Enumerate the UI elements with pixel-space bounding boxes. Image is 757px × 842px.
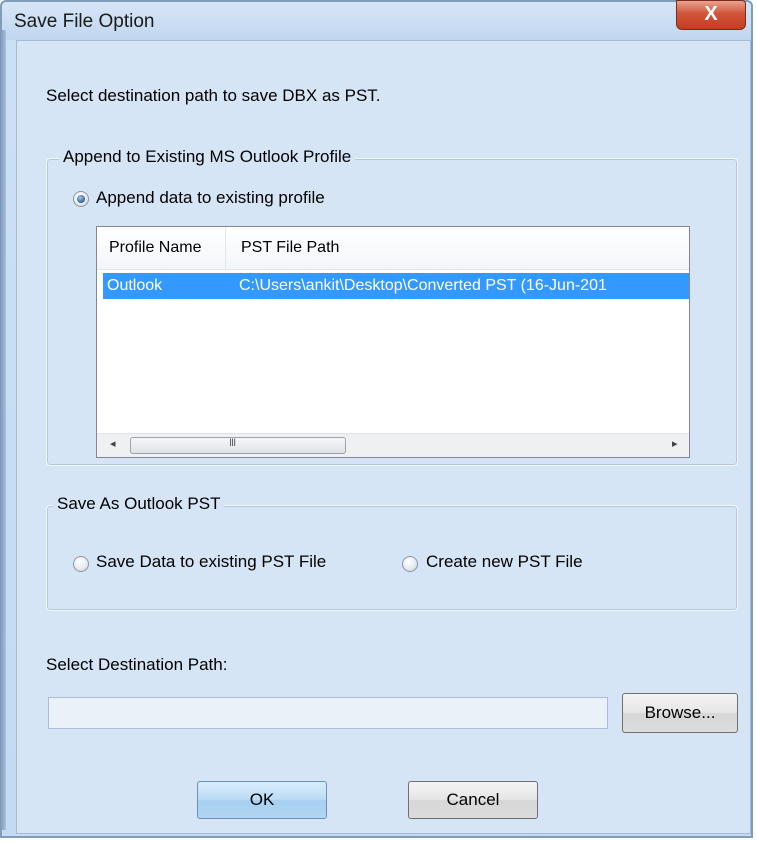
pst-path-cell: C:\Users\ankit\Desktop\Converted PST (16… xyxy=(239,277,607,294)
close-button[interactable]: X xyxy=(676,0,746,30)
append-profile-legend: Append to Existing MS Outlook Profile xyxy=(59,147,356,167)
table-row[interactable]: Outlook C:\Users\ankit\Desktop\Converted… xyxy=(103,273,689,299)
column-header-profile-name[interactable]: Profile Name xyxy=(109,239,201,257)
save-existing-pst-label[interactable]: Save Data to existing PST File xyxy=(96,552,326,572)
create-new-pst-radio[interactable] xyxy=(402,556,418,572)
title-bar[interactable]: Save File Option X xyxy=(2,0,751,40)
profile-list[interactable]: Profile Name PST File Path Outlook C:\Us… xyxy=(96,226,690,458)
scroll-grip-icon: III xyxy=(229,437,236,449)
save-as-pst-legend: Save As Outlook PST xyxy=(53,494,225,514)
append-data-radio[interactable] xyxy=(73,191,89,207)
profile-list-header: Profile Name PST File Path xyxy=(97,227,689,270)
browse-button[interactable]: Browse... xyxy=(622,693,738,733)
save-existing-pst-radio[interactable] xyxy=(73,556,89,572)
append-data-label[interactable]: Append data to existing profile xyxy=(96,188,325,208)
ok-button[interactable]: OK xyxy=(197,781,327,819)
profile-name-cell: Outlook xyxy=(107,277,163,294)
scroll-right-arrow-icon[interactable]: ▸ xyxy=(672,437,678,450)
column-divider[interactable] xyxy=(225,227,226,269)
close-icon: X xyxy=(704,3,718,25)
window-edge xyxy=(0,30,6,830)
column-header-pst-file-path[interactable]: PST File Path xyxy=(241,239,339,257)
destination-path-label: Select Destination Path: xyxy=(46,655,228,674)
scroll-thumb[interactable]: III xyxy=(130,437,346,454)
scroll-left-arrow-icon[interactable]: ◂ xyxy=(110,437,116,450)
destination-path-input[interactable] xyxy=(48,697,608,729)
horizontal-scrollbar[interactable]: ◂ III ▸ xyxy=(97,433,689,457)
window-title: Save File Option xyxy=(14,11,155,32)
instruction-text: Select destination path to save DBX as P… xyxy=(46,86,381,105)
create-new-pst-label[interactable]: Create new PST File xyxy=(426,552,583,572)
cancel-button[interactable]: Cancel xyxy=(408,781,538,819)
